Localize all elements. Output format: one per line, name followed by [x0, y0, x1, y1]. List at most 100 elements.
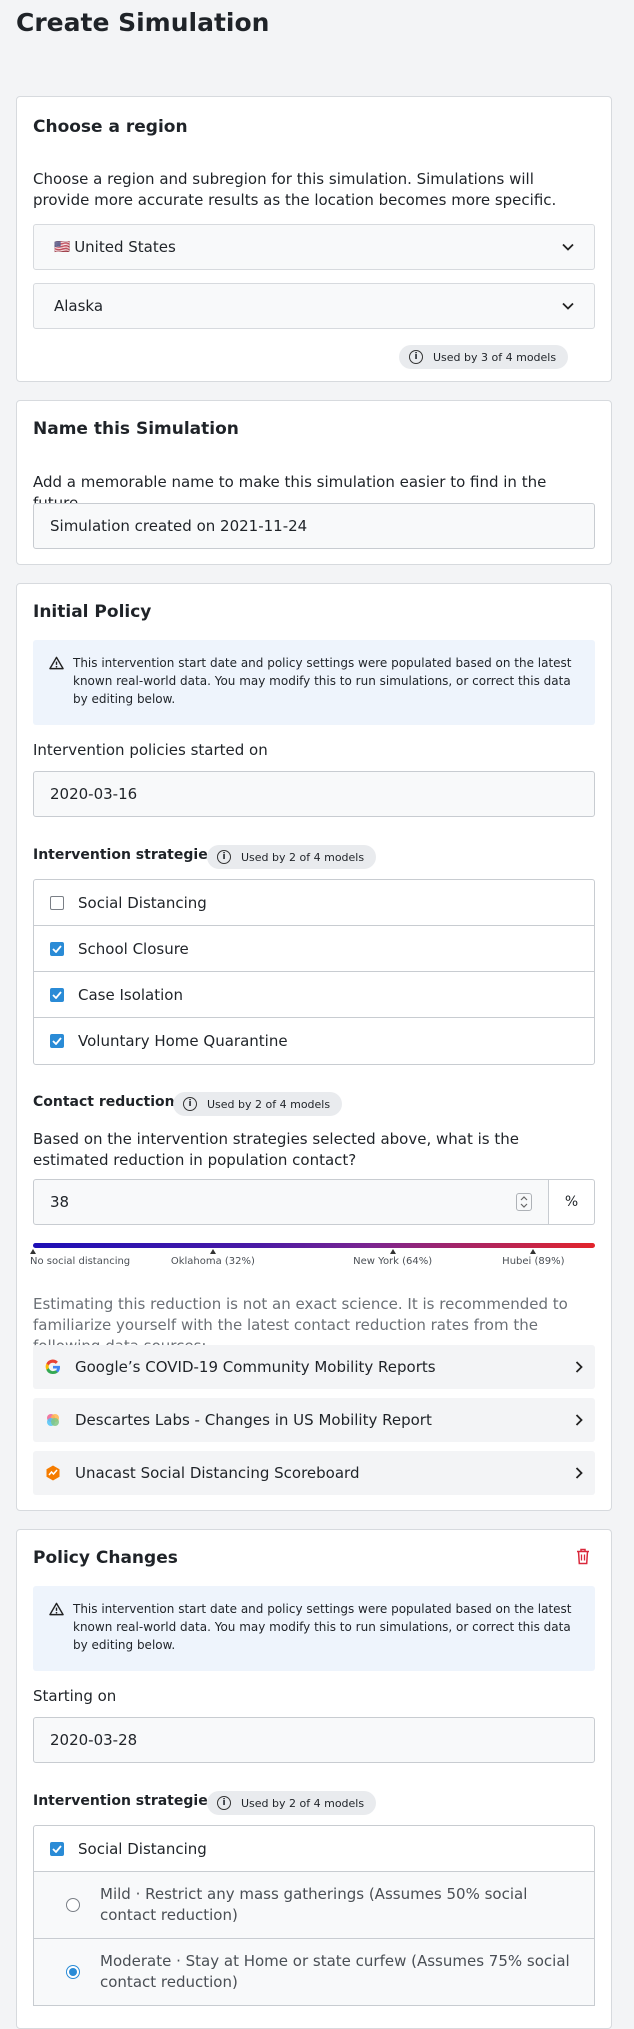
source-google-mobility[interactable]: Google’s COVID-19 Community Mobility Rep…	[33, 1345, 595, 1389]
models-badge-text: Used by 3 of 4 models	[433, 350, 557, 364]
models-badge: i Used by 3 of 4 models	[399, 345, 569, 369]
contact-reduction-input-group: 38 %	[33, 1179, 595, 1225]
starting-on-value: 2020-03-28	[50, 1731, 138, 1749]
simulation-name-input[interactable]: Simulation created on 2021-11-24	[33, 503, 595, 549]
strategy-school-closure[interactable]: School Closure	[34, 926, 594, 972]
level-label: Mild · Restrict any mass gatherings (Ass…	[100, 1885, 528, 1924]
strategy-label: Social Distancing	[78, 1839, 207, 1858]
source-unacast[interactable]: Unacast Social Distancing Scoreboard	[33, 1451, 595, 1495]
starting-on-label: Starting on	[33, 1687, 117, 1705]
info-icon: i	[183, 1097, 197, 1111]
starting-on-input[interactable]: 2020-03-28	[33, 1717, 595, 1763]
checkmark-icon	[52, 1844, 62, 1853]
start-date-input[interactable]: 2020-03-16	[33, 771, 595, 817]
strategies-badge-text: Used by 2 of 4 models	[241, 850, 365, 864]
contact-reduction-value: 38	[50, 1193, 70, 1211]
spectrum-marker-label: No social distancing	[30, 1256, 131, 1267]
initial-policy-title: Initial Policy	[33, 602, 152, 622]
contact-reduction-input[interactable]: 38	[33, 1179, 549, 1225]
strategies-list: Social Distancing School Closure Case Is…	[33, 879, 595, 1065]
name-card-title: Name this Simulation	[33, 419, 239, 439]
contact-reduction-spectrum	[33, 1243, 595, 1248]
strategies-label: Intervention strategies	[33, 847, 217, 863]
checkmark-icon	[52, 990, 62, 999]
warning-icon	[49, 656, 64, 670]
checkmark-icon	[52, 944, 62, 953]
policy-changes-card: Policy Changes This intervention start d…	[16, 1529, 612, 2029]
info-icon: i	[217, 850, 231, 864]
radio-button[interactable]	[66, 1898, 80, 1912]
source-descartes-labs[interactable]: Descartes Labs - Changes in US Mobility …	[33, 1398, 595, 1442]
strategy-label: School Closure	[78, 939, 189, 958]
start-date-value: 2020-03-16	[50, 785, 138, 803]
chevron-down-icon	[562, 302, 574, 310]
start-date-label: Intervention policies started on	[33, 741, 268, 759]
source-label: Unacast Social Distancing Scoreboard	[75, 1464, 360, 1482]
simulation-name-value: Simulation created on 2021-11-24	[50, 517, 308, 535]
chevron-down-icon	[562, 243, 574, 251]
strategy-label: Case Isolation	[78, 985, 183, 1004]
spectrum-marker-arrow	[30, 1249, 36, 1254]
unacast-icon	[46, 1465, 60, 1481]
policy-changes-title: Policy Changes	[33, 1548, 178, 1568]
stepper-icon[interactable]	[516, 1193, 532, 1211]
chevron-right-icon	[575, 1361, 583, 1373]
spectrum-marker-label: Oklahoma (32%)	[170, 1256, 255, 1267]
checkbox[interactable]	[50, 1841, 64, 1856]
source-label: Descartes Labs - Changes in US Mobility …	[75, 1411, 432, 1429]
strategy-social-distancing[interactable]: Social Distancing	[34, 880, 594, 926]
contact-reduction-label: Contact reduction	[33, 1094, 175, 1110]
subregion-value: Alaska	[54, 297, 104, 315]
initial-policy-notice-text: This intervention start date and policy …	[73, 656, 572, 706]
checkbox[interactable]	[50, 895, 64, 910]
policy-strategies-list: Social Distancing Mild · Restrict any ma…	[33, 1825, 595, 2006]
radio-button[interactable]	[66, 1965, 80, 1979]
spectrum-marker-label: Hubei (89%)	[502, 1256, 565, 1267]
info-icon: i	[217, 1796, 231, 1810]
strategies-label: Intervention strategies	[33, 1793, 217, 1809]
initial-policy-card: Initial Policy This intervention start d…	[16, 583, 612, 1511]
country-select[interactable]: 🇺🇸 United States	[33, 224, 595, 270]
info-icon: i	[409, 350, 423, 364]
trash-icon[interactable]	[576, 1548, 590, 1565]
spectrum-marker-label: New York (64%)	[353, 1256, 433, 1267]
spectrum-marker-arrow	[209, 1249, 216, 1254]
level-label: Moderate · Stay at Home or state curfew …	[100, 1952, 570, 1991]
source-label: Google’s COVID-19 Community Mobility Rep…	[75, 1358, 436, 1376]
checkbox[interactable]	[50, 987, 64, 1002]
strategy-label: Social Distancing	[78, 893, 207, 912]
percent-unit: %	[549, 1179, 595, 1225]
strategies-badge-text: Used by 2 of 4 models	[241, 1796, 365, 1810]
strategies-badge: i Used by 2 of 4 models	[207, 845, 377, 869]
region-card: Choose a region Choose a region and subr…	[16, 96, 612, 382]
spectrum-marker-arrow	[530, 1249, 537, 1254]
strategies-badge: i Used by 2 of 4 models	[207, 1791, 377, 1815]
strategy-label: Voluntary Home Quarantine	[78, 1032, 288, 1050]
contact-badge: i Used by 2 of 4 models	[173, 1092, 343, 1116]
warning-icon	[49, 1602, 64, 1616]
checkmark-icon	[52, 1037, 62, 1045]
policy-changes-notice-text: This intervention start date and policy …	[73, 1602, 572, 1652]
region-card-title: Choose a region	[33, 117, 188, 137]
checkbox[interactable]	[50, 941, 64, 956]
chevron-right-icon	[575, 1414, 583, 1426]
spectrum-marker-arrow	[389, 1249, 396, 1254]
region-description: Choose a region and subregion for this s…	[33, 170, 557, 209]
checkbox[interactable]	[50, 1034, 64, 1048]
country-value: United States	[74, 238, 176, 256]
strategy-social-distancing[interactable]: Social Distancing	[34, 1826, 594, 1872]
descartes-labs-icon	[47, 1414, 59, 1426]
subregion-select[interactable]: Alaska	[33, 283, 595, 329]
country-flag: 🇺🇸	[54, 239, 71, 255]
contact-question: Based on the intervention strategies sel…	[33, 1130, 519, 1169]
strategy-case-isolation[interactable]: Case Isolation	[34, 972, 594, 1018]
google-icon	[45, 1359, 60, 1375]
chevron-right-icon	[575, 1467, 583, 1479]
policy-changes-notice: This intervention start date and policy …	[33, 1586, 595, 1671]
initial-policy-notice: This intervention start date and policy …	[33, 640, 595, 725]
contact-badge-text: Used by 2 of 4 models	[207, 1097, 331, 1111]
name-card: Name this Simulation Add a memorable nam…	[16, 400, 612, 565]
level-moderate-option[interactable]: Moderate · Stay at Home or state curfew …	[34, 1939, 594, 2006]
strategy-voluntary-home-quarantine[interactable]: Voluntary Home Quarantine	[34, 1018, 594, 1064]
level-mild-option[interactable]: Mild · Restrict any mass gatherings (Ass…	[34, 1872, 594, 1939]
